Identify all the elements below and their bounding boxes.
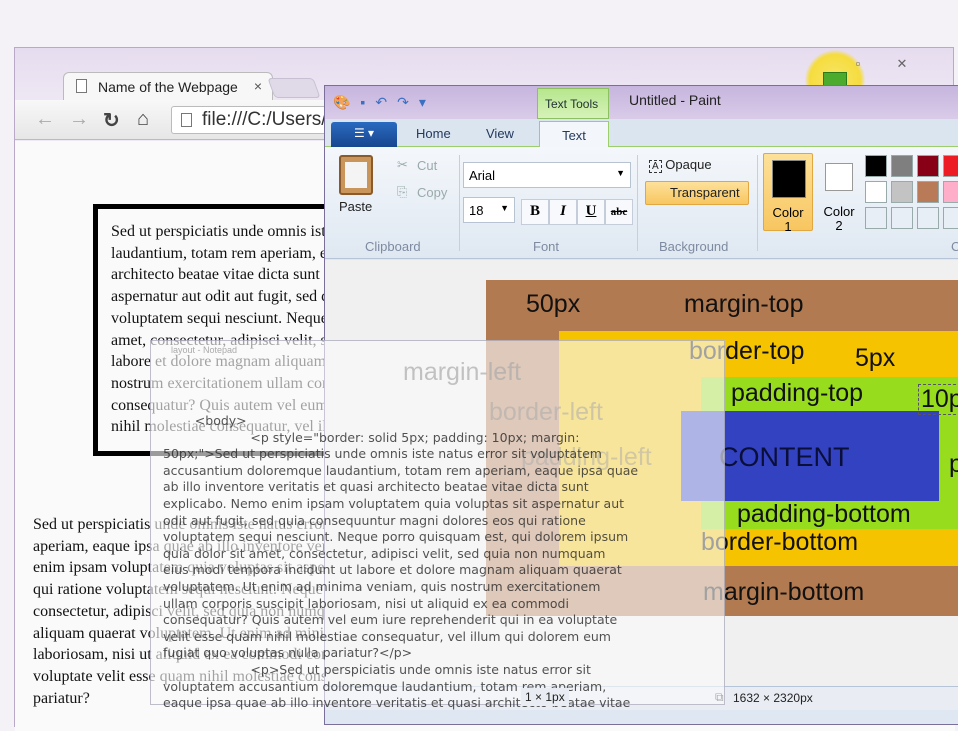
padding-value-label[interactable]: 10p: [918, 384, 958, 415]
text-line: quia dolor sit amet, consectetur, adipis…: [163, 545, 606, 561]
forward-icon[interactable]: →: [69, 108, 89, 131]
content-label: CONTENT: [719, 442, 850, 472]
paint-title-bar: 🎨▪↶↷▾ Text Tools Untitled - Paint: [325, 86, 958, 119]
transparent-label: Transparent: [670, 185, 740, 200]
color1-swatch: [772, 160, 806, 198]
reload-icon[interactable]: ↻: [103, 108, 120, 133]
margin-bottom-label: margin-bottom: [703, 578, 865, 606]
text-line: consequatur? Quis autem vel eum iure rep…: [163, 612, 618, 628]
paste-button[interactable]: Paste: [339, 199, 372, 214]
font-size-value: 18: [469, 203, 484, 218]
palette-swatch-empty[interactable]: [891, 207, 913, 229]
text-line: ullam corporis suscipit laboriosam, nisi…: [163, 595, 569, 611]
copy-button[interactable]: Copy: [417, 185, 447, 200]
selection-size: 1 × 1px: [521, 688, 569, 706]
divider: [757, 155, 758, 251]
quick-access-toolbar[interactable]: 🎨▪↶↷▾: [333, 94, 436, 111]
paint-menu-button[interactable]: ☰ ▾: [331, 122, 397, 147]
bold-button[interactable]: B: [521, 199, 549, 225]
cut-icon: ✂: [397, 157, 408, 172]
strikethrough-button[interactable]: abc: [605, 199, 633, 225]
canvas-size: 1632 × 2320px: [733, 691, 813, 705]
text-line: ab illo inventore veritatis et quasi arc…: [163, 479, 589, 495]
font-size-select[interactable]: 18 ▼: [463, 197, 515, 223]
text-line: <p style="border: solid 5px; padding: 10…: [163, 429, 580, 445]
text-tools-label: Text Tools: [537, 88, 609, 119]
palette-swatch[interactable]: [891, 181, 913, 203]
copy-icon: ⎘: [397, 184, 408, 199]
ribbon-tabs: ☰ ▾ Home View Text: [325, 119, 958, 148]
color1-label: Color: [772, 205, 804, 220]
text-line: voluptatem sequi nesciunt. Neque porro q…: [163, 529, 629, 545]
paste-icon: [339, 155, 373, 195]
text-line: voluptatem. Ut enim ad minima veniam, qu…: [163, 578, 601, 594]
tab-home[interactable]: Home: [416, 126, 451, 141]
back-icon[interactable]: ←: [35, 108, 55, 131]
close-button[interactable]: ✕: [885, 56, 919, 76]
text-line: explicabo. Nemo enim ipsam voluptatem qu…: [163, 495, 625, 511]
new-tab-button[interactable]: [267, 78, 321, 98]
text-line: velit esse quam nihil molestiae consequa…: [163, 628, 611, 644]
opaque-button[interactable]: A Opaque: [649, 157, 712, 173]
background-group-label: Background: [659, 239, 729, 254]
palette-swatch[interactable]: [943, 155, 958, 177]
tab-close-button[interactable]: ×: [254, 78, 262, 94]
paint-title: Untitled - Paint: [629, 92, 721, 108]
italic-button[interactable]: I: [549, 199, 577, 225]
page-icon: [181, 113, 192, 127]
opaque-label: Opaque: [665, 157, 712, 172]
palette-swatch-empty[interactable]: [917, 207, 939, 229]
color1-number: 1: [784, 219, 792, 234]
border-value-label: 5px: [855, 344, 896, 372]
padding-top-label: padding-top: [731, 379, 864, 407]
text-line: <p>Sed ut perspiciatis unde omnis iste n…: [163, 661, 591, 677]
ribbon: Paste ✂ Cut ⎘ Copy Clipboard Arial ▼ 18 ▼ …: [325, 147, 958, 259]
text-line: odit aut fugit, sed quia consequuntur ma…: [163, 512, 586, 528]
palette-swatch-empty[interactable]: [943, 207, 958, 229]
palette-swatch[interactable]: [943, 181, 958, 203]
cut-button[interactable]: Cut: [417, 158, 437, 173]
palette-swatch-empty[interactable]: [865, 207, 887, 229]
color1-button[interactable]: Color 1: [763, 153, 813, 234]
colors-group-label: C: [951, 239, 958, 254]
color2-button[interactable]: Color 2: [819, 153, 859, 233]
text-line: accusantium doloremque laudantium, totam…: [163, 462, 639, 478]
transparent-button[interactable]: Transparent: [645, 181, 749, 205]
text-line: eius modi tempora incidunt ut labore et …: [163, 562, 622, 578]
underline-button[interactable]: U: [577, 199, 605, 225]
palette-swatch[interactable]: [891, 155, 913, 177]
palette-swatch[interactable]: [917, 155, 939, 177]
tab-text[interactable]: Text: [539, 121, 609, 148]
palette-swatch[interactable]: [865, 155, 887, 177]
clipboard-group-label: Clipboard: [365, 239, 421, 254]
text-line: 50px;">Sed ut perspiciatis unde omnis is…: [163, 446, 602, 462]
margin-value-label: 50px: [526, 290, 581, 318]
text-line: fugiat quo voluptas nulla pariatur?</p>: [163, 645, 413, 661]
notepad-text[interactable]: <body> <p style="border: solid 5px; padd…: [163, 413, 638, 712]
font-family-value: Arial: [469, 168, 496, 183]
url-text: file:///C:/Users/: [202, 109, 327, 130]
browser-tab[interactable]: Name of the Webpage ×: [63, 72, 273, 100]
home-icon[interactable]: ⌂: [137, 108, 149, 131]
divider: [459, 155, 460, 251]
font-family-select[interactable]: Arial ▼: [463, 162, 631, 188]
padding-right-label: p: [949, 450, 958, 478]
notepad-title: layout - Notepad: [171, 345, 238, 355]
palette-swatch[interactable]: [865, 181, 887, 203]
page-icon: [76, 79, 87, 93]
restore-button[interactable]: ▫: [841, 56, 875, 76]
text-line: <body>: [163, 413, 247, 428]
color2-label: Color: [823, 204, 855, 219]
palette-swatch[interactable]: [917, 181, 939, 203]
divider: [637, 155, 638, 251]
tab-view[interactable]: View: [486, 126, 514, 141]
margin-top-label: margin-top: [684, 290, 804, 318]
padding-bottom-label: padding-bottom: [737, 500, 911, 528]
notepad-window-fading: layout - Notepad <body> <p style="border…: [150, 340, 725, 710]
color2-number: 2: [835, 218, 843, 233]
opaque-icon: A: [649, 160, 662, 173]
color2-swatch: [825, 163, 853, 191]
font-group-label: Font: [533, 239, 560, 254]
tab-title: Name of the Webpage: [98, 79, 238, 95]
